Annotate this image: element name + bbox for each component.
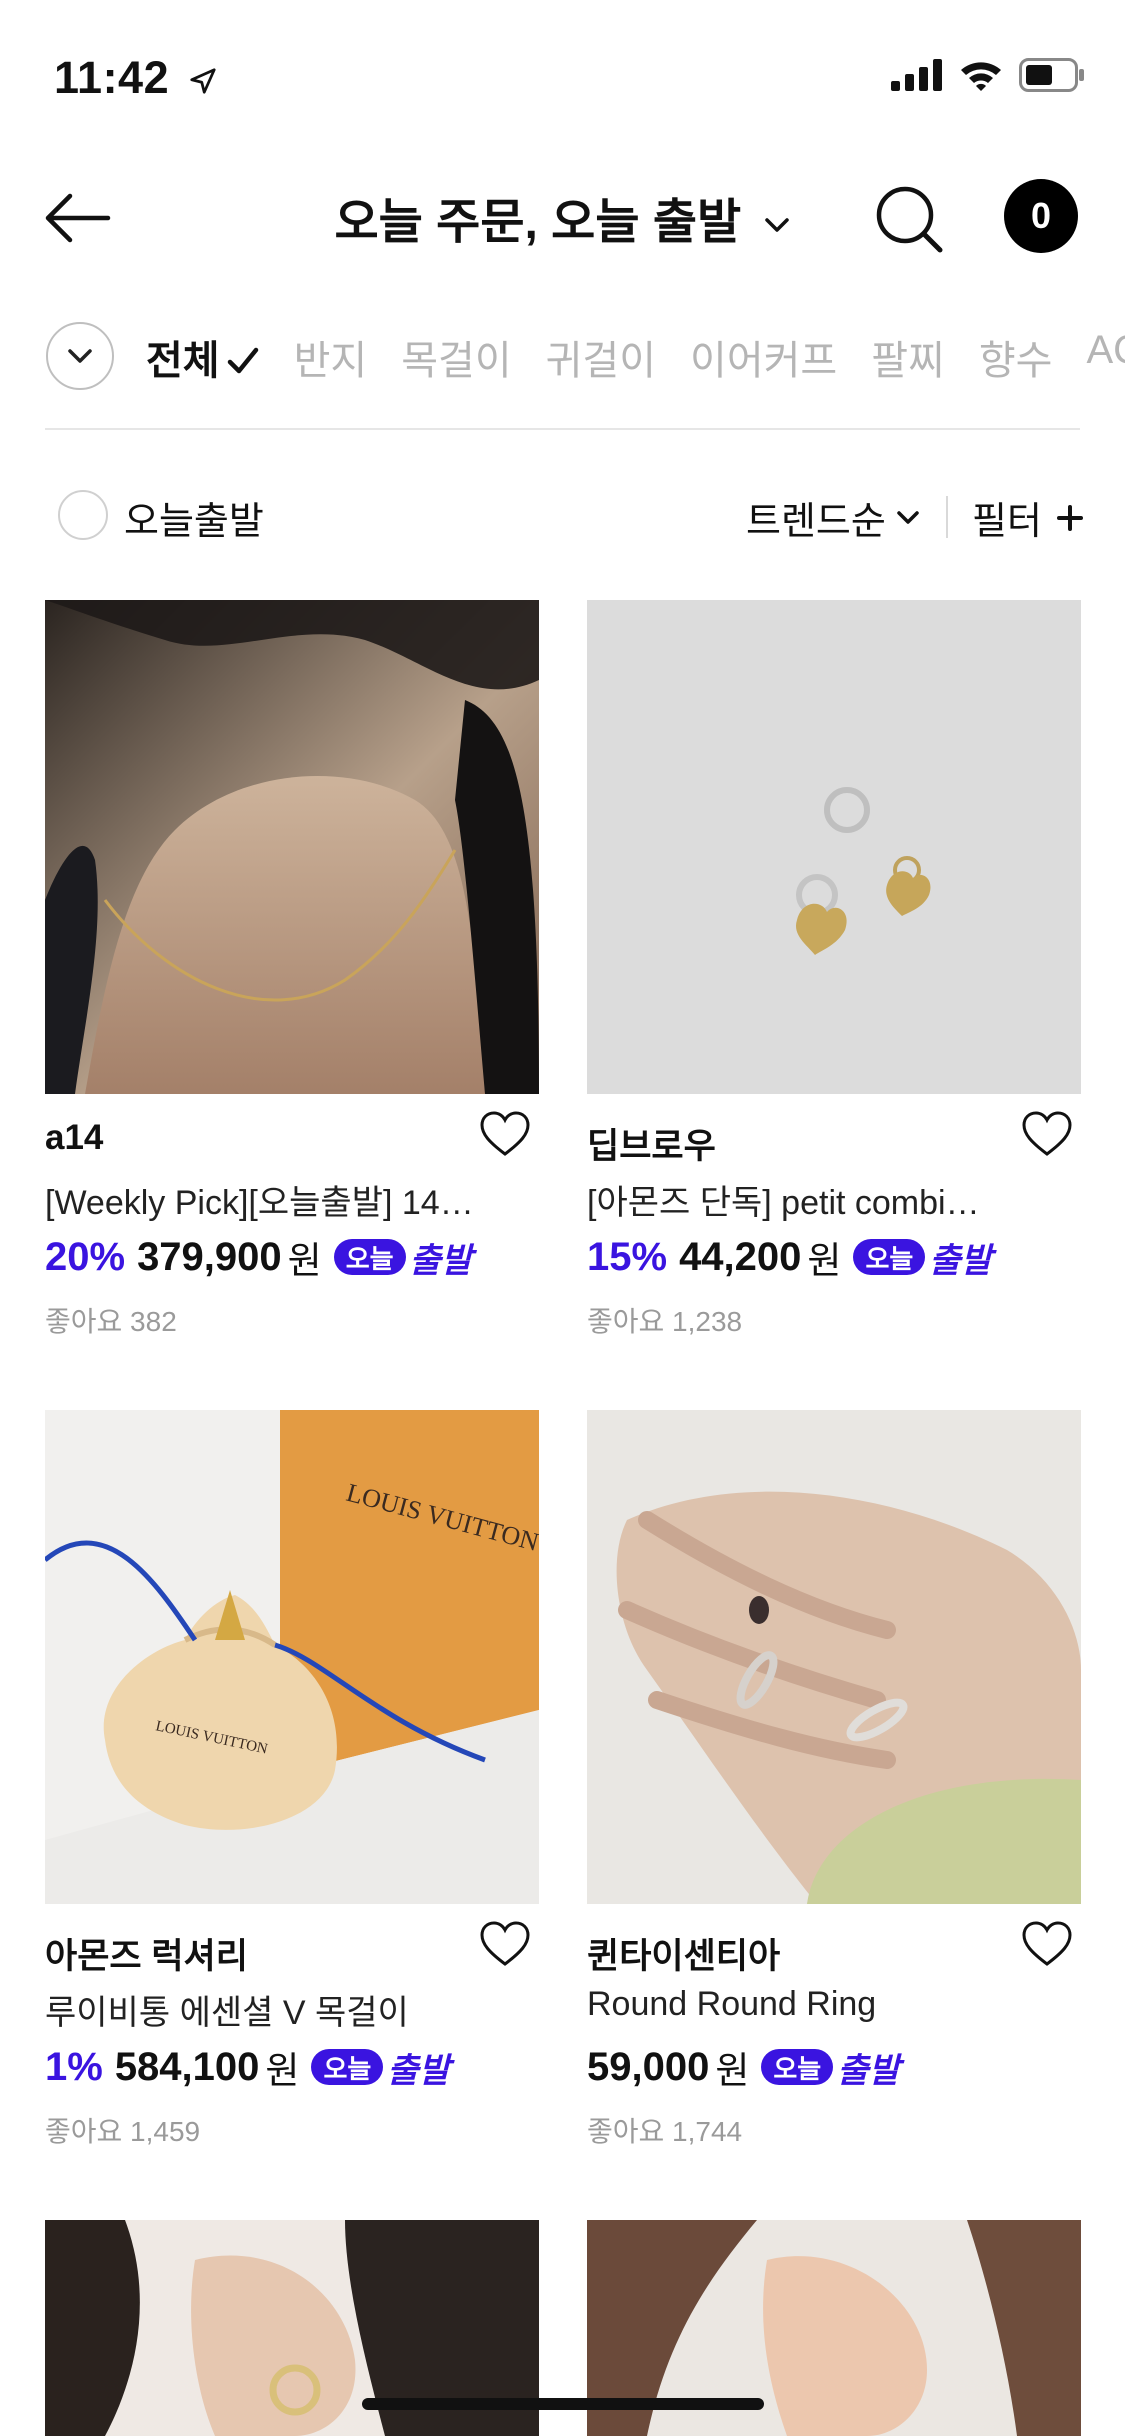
departure-badge: 출발 — [929, 1241, 992, 1280]
heart-icon[interactable] — [1021, 1920, 1073, 1968]
price: 44,200 — [679, 1234, 802, 1279]
price-row: 20% 379,900 원 오늘 출발 — [45, 1230, 472, 1284]
product-card[interactable]: LOUIS VUITTON LOUIS VUITTON 아몬즈 럭셔리 루이비통… — [45, 1410, 539, 2147]
heart-icon[interactable] — [1021, 1110, 1073, 1158]
tab-bracelets[interactable]: 팔찌 — [871, 328, 945, 386]
product-card[interactable]: 딥브로우 [아몬즈 단독] petit combi… 15% 44,200 원 … — [587, 600, 1081, 1337]
discount-rate: 1% — [45, 2044, 103, 2089]
product-brand: a14 — [45, 1118, 104, 1157]
price: 59,000 — [587, 2044, 710, 2089]
chevron-down-icon — [765, 218, 790, 233]
today-departure-label[interactable]: 오늘출발 — [124, 490, 264, 545]
currency-unit: 원 — [807, 1240, 842, 1281]
category-tabs: 전체 반지 목걸이 귀걸이 이어커프 팔찌 향수 ACC — [146, 328, 1125, 386]
today-badge: 오늘 — [333, 1239, 406, 1275]
product-card[interactable]: a14 [Weekly Pick][오늘출발] 14… 20% 379,900 … — [45, 600, 539, 1337]
product-brand: 퀸타이센티아 — [587, 1937, 781, 1976]
battery-icon — [1019, 58, 1084, 92]
divider — [946, 496, 948, 538]
plus-icon — [1056, 504, 1083, 531]
product-image[interactable]: LOUIS VUITTON LOUIS VUITTON — [45, 1410, 539, 1904]
tab-acc[interactable]: ACC — [1086, 328, 1125, 386]
departure-badge: 출발 — [409, 1241, 473, 1280]
check-icon — [227, 347, 258, 374]
price-row: 1% 584,100 원 오늘 출발 — [45, 2040, 450, 2094]
chevron-down-icon — [68, 349, 92, 363]
signal-icon — [891, 59, 942, 91]
product-image[interactable] — [587, 600, 1081, 1094]
currency-unit: 원 — [287, 1240, 322, 1281]
heart-icon[interactable] — [479, 1110, 531, 1158]
tab-perfume[interactable]: 향수 — [979, 328, 1053, 386]
cart-button[interactable]: 0 — [1004, 179, 1078, 253]
status-icons — [891, 58, 1085, 92]
filter-button[interactable]: 필터 — [972, 490, 1084, 545]
today-departure-checkbox[interactable] — [58, 490, 108, 540]
tab-necklaces[interactable]: 목걸이 — [401, 328, 511, 386]
sort-dropdown[interactable]: 트렌드순 — [746, 490, 920, 545]
discount-rate: 15% — [587, 1234, 668, 1279]
departure-badge: 출발 — [387, 2051, 450, 2090]
sort-label: 트렌드순 — [746, 501, 886, 543]
product-image[interactable] — [45, 600, 539, 1094]
chevron-down-icon — [897, 510, 919, 524]
product-brand: 아몬즈 럭셔리 — [45, 1937, 248, 1976]
search-icon — [876, 186, 943, 253]
heart-icon[interactable] — [479, 1920, 531, 1968]
tab-ear-cuffs[interactable]: 이어커프 — [690, 328, 837, 386]
price: 379,900 — [137, 1234, 282, 1279]
product-title: [아몬즈 단독] petit combi… — [587, 1184, 980, 1222]
today-badge: 오늘 — [761, 2049, 834, 2085]
today-badge: 오늘 — [311, 2049, 384, 2085]
currency-unit: 원 — [265, 2050, 300, 2091]
page-title-dropdown[interactable]: 오늘 주문, 오늘 출발 — [0, 182, 1125, 252]
wifi-icon — [961, 62, 1001, 91]
location-arrow-icon — [190, 68, 216, 94]
page-title: 오늘 주문, 오늘 출발 — [334, 196, 742, 249]
like-count: 좋아요 1,744 — [587, 2116, 743, 2147]
search-button[interactable] — [870, 180, 950, 260]
today-badge: 오늘 — [853, 1239, 926, 1275]
price-row: 15% 44,200 원 오늘 출발 — [587, 1230, 992, 1284]
product-card[interactable]: 퀸타이센티아 Round Round Ring 59,000 원 오늘 출발 좋… — [587, 1410, 1081, 2147]
currency-unit: 원 — [715, 2050, 750, 2091]
product-brand: 딥브로우 — [587, 1127, 716, 1166]
departure-badge: 출발 — [837, 2051, 900, 2090]
tab-rings[interactable]: 반지 — [294, 328, 368, 386]
divider — [45, 428, 1080, 430]
status-time: 11:42 — [54, 52, 218, 104]
product-image[interactable] — [587, 1410, 1081, 1904]
price: 584,100 — [114, 2044, 260, 2089]
cart-count: 0 — [1030, 195, 1052, 236]
product-title: Round Round Ring — [587, 1985, 877, 2023]
like-count: 좋아요 1,459 — [45, 2116, 201, 2147]
product-title: [Weekly Pick][오늘출발] 14… — [45, 1184, 474, 1222]
product-title: 루이비통 에센셜 V 목걸이 — [45, 1994, 409, 2032]
discount-rate: 20% — [45, 1234, 126, 1279]
price-row: 59,000 원 오늘 출발 — [587, 2040, 900, 2094]
category-expand-button[interactable] — [46, 322, 114, 390]
tab-all[interactable]: 전체 — [146, 328, 260, 386]
like-count: 좋아요 382 — [45, 1306, 177, 1337]
tab-earrings[interactable]: 귀걸이 — [546, 328, 656, 386]
like-count: 좋아요 1,238 — [587, 1306, 743, 1337]
filter-label: 필터 — [972, 501, 1042, 543]
home-indicator[interactable] — [362, 2398, 764, 2410]
